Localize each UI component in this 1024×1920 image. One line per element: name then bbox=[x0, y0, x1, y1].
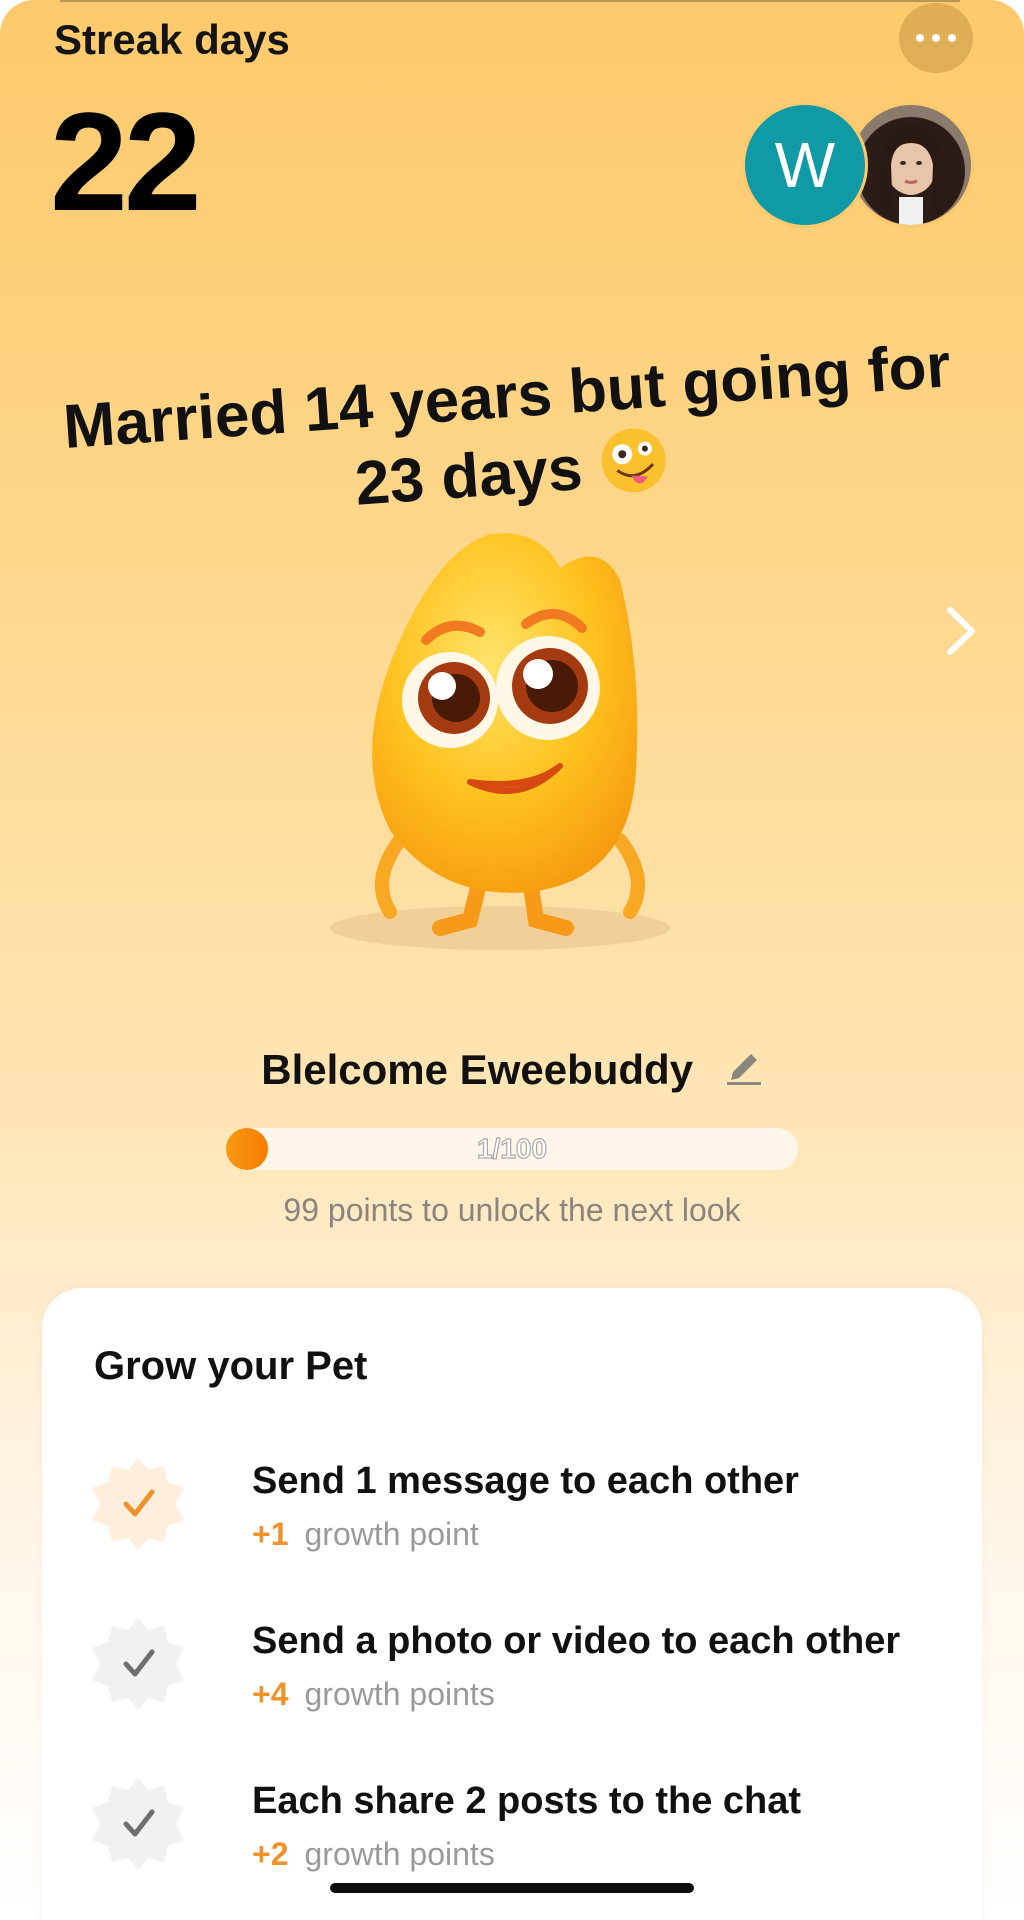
task-points: +4 growth points bbox=[252, 1676, 495, 1713]
more-options-button[interactable] bbox=[899, 3, 973, 73]
zany-face-emoji-icon bbox=[597, 423, 673, 515]
task-points-value: +4 bbox=[252, 1676, 289, 1712]
task-title: Send a photo or video to each other bbox=[252, 1620, 901, 1662]
checkmark-badge-icon bbox=[92, 1618, 184, 1710]
task-points-unit: growth points bbox=[304, 1836, 495, 1872]
avatar-w[interactable]: W bbox=[742, 102, 868, 228]
person-photo-icon bbox=[879, 124, 943, 225]
task-item[interactable]: Send 1 message to each other +1 growth po… bbox=[90, 1456, 950, 1566]
more-horizontal-icon bbox=[916, 34, 924, 42]
more-dot bbox=[932, 34, 940, 42]
pet-name: Blelcome Eweebuddy bbox=[261, 1046, 694, 1093]
growth-progress-bar: 1/100 bbox=[226, 1128, 798, 1170]
growth-progress-label: 1/100 bbox=[476, 1132, 548, 1164]
pet-name-row: Blelcome Eweebuddy bbox=[0, 1046, 1024, 1098]
streak-screen: Streak days 22 W Married 14 years but go… bbox=[0, 0, 1024, 1920]
streak-days-label: Streak days bbox=[54, 16, 290, 63]
chevron-right-icon[interactable] bbox=[946, 606, 976, 656]
task-item[interactable]: Each share 2 posts to the chat +2 growth … bbox=[90, 1776, 950, 1886]
pet-mascot[interactable] bbox=[330, 520, 690, 960]
streak-days-count: 22 bbox=[50, 83, 202, 240]
task-title: Send 1 message to each other bbox=[252, 1460, 799, 1502]
task-item[interactable]: Send a photo or video to each other +4 gr… bbox=[90, 1616, 950, 1726]
checkmark-badge-icon bbox=[92, 1778, 184, 1870]
task-points: +1 growth point bbox=[252, 1516, 479, 1553]
edit-pencil-icon[interactable] bbox=[723, 1048, 763, 1098]
task-points: +2 growth points bbox=[252, 1836, 495, 1873]
top-edge-divider bbox=[60, 0, 960, 2]
grow-your-pet-card: Grow your Pet Send 1 message to each oth… bbox=[42, 1288, 982, 1920]
home-indicator[interactable] bbox=[330, 1883, 694, 1893]
task-points-unit: growth points bbox=[304, 1676, 495, 1712]
task-points-unit: growth point bbox=[304, 1516, 479, 1552]
task-title: Each share 2 posts to the chat bbox=[252, 1780, 802, 1822]
task-points-value: +1 bbox=[252, 1516, 289, 1552]
headline-text: Married 14 years but going for 23 days bbox=[61, 331, 953, 519]
unlock-hint: 99 points to unlock the next look bbox=[283, 1192, 741, 1228]
checkmark-badge-icon bbox=[92, 1458, 184, 1550]
more-dot bbox=[948, 34, 956, 42]
card-title: Grow your Pet bbox=[94, 1344, 368, 1388]
task-points-value: +2 bbox=[252, 1836, 289, 1872]
